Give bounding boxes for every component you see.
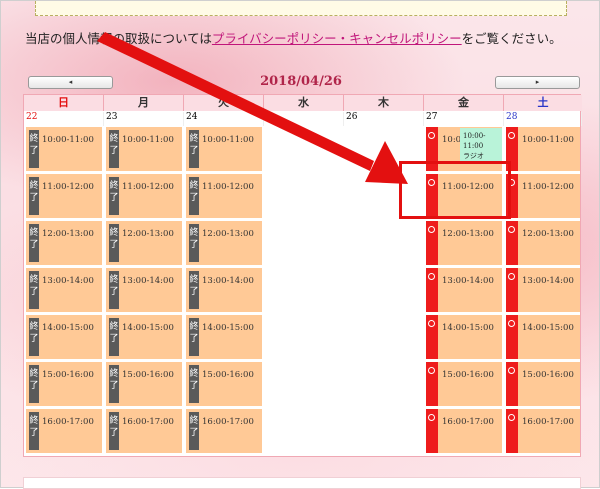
annotation-arrow [97, 32, 408, 184]
bottom-box [23, 477, 581, 489]
page-frame: 当店の個人情報の取扱についてはプライバシーポリシー・キャンセルポリシーをご覧くだ… [0, 0, 600, 489]
